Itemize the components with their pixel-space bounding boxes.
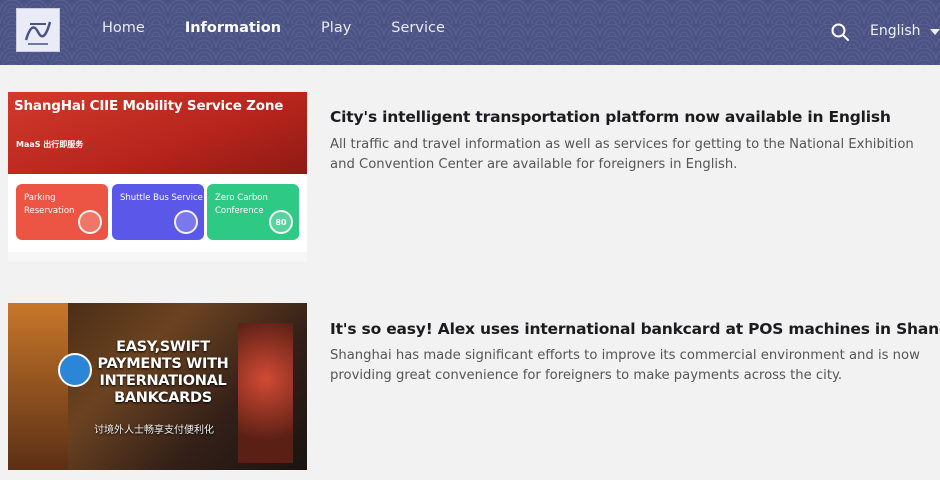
car-icon bbox=[78, 210, 102, 234]
top-navigation-bar: Home Information Play Service English bbox=[0, 0, 940, 65]
thumbnail-headline: EASY,SWIFT PAYMENTS WITH INTERNATIONAL B… bbox=[53, 339, 273, 407]
card-label: Parking Reservation bbox=[24, 193, 75, 216]
bus-icon bbox=[174, 210, 198, 234]
article-title[interactable]: It's so easy! Alex uses international ba… bbox=[330, 320, 940, 338]
article-description: Shanghai has made significant efforts to… bbox=[330, 348, 920, 383]
maas-brand: MaaS 出行即服务 bbox=[16, 140, 84, 149]
thumbnail-banner: ShangHai CIIE Mobility Service Zone MaaS… bbox=[8, 92, 307, 174]
thumbnail-footer bbox=[8, 252, 307, 262]
article-thumbnail[interactable]: ShangHai CIIE Mobility Service Zone MaaS… bbox=[8, 92, 307, 262]
shuttle-card: Shuttle Bus Service bbox=[112, 184, 204, 240]
parking-card: Parking Reservation bbox=[16, 184, 108, 240]
search-icon[interactable] bbox=[830, 22, 850, 42]
nav-play[interactable]: Play bbox=[321, 20, 351, 36]
zero-carbon-card: Zero Carbon Conference 80 bbox=[207, 184, 299, 240]
card-label: Zero Carbon Conference bbox=[215, 193, 268, 216]
thumbnail-subtitle: 讨境外人士畅享支付便利化 bbox=[94, 425, 214, 436]
chevron-down-icon[interactable] bbox=[930, 29, 940, 35]
headline-line: EASY,SWIFT bbox=[116, 339, 210, 355]
nav-service[interactable]: Service bbox=[391, 20, 445, 36]
logo-icon[interactable] bbox=[16, 8, 60, 52]
language-selector[interactable]: English bbox=[870, 23, 921, 39]
nav-home[interactable]: Home bbox=[102, 20, 145, 36]
badge-icon: 80 bbox=[269, 210, 293, 234]
article-description: All traffic and travel information as we… bbox=[330, 137, 914, 172]
thumbnail-banner-title: ShangHai CIIE Mobility Service Zone bbox=[14, 98, 284, 114]
headline-line: BANKCARDS bbox=[114, 390, 212, 406]
headline-line: PAYMENTS WITH bbox=[97, 356, 229, 372]
card-label: Shuttle Bus Service bbox=[120, 193, 203, 203]
headline-line: INTERNATIONAL bbox=[99, 373, 227, 389]
article-thumbnail[interactable]: EASY,SWIFT PAYMENTS WITH INTERNATIONAL B… bbox=[8, 303, 307, 470]
article-title[interactable]: City's intelligent transportation platfo… bbox=[330, 108, 891, 126]
main-nav: Home Information Play Service bbox=[102, 20, 485, 36]
nav-information[interactable]: Information bbox=[185, 20, 281, 36]
